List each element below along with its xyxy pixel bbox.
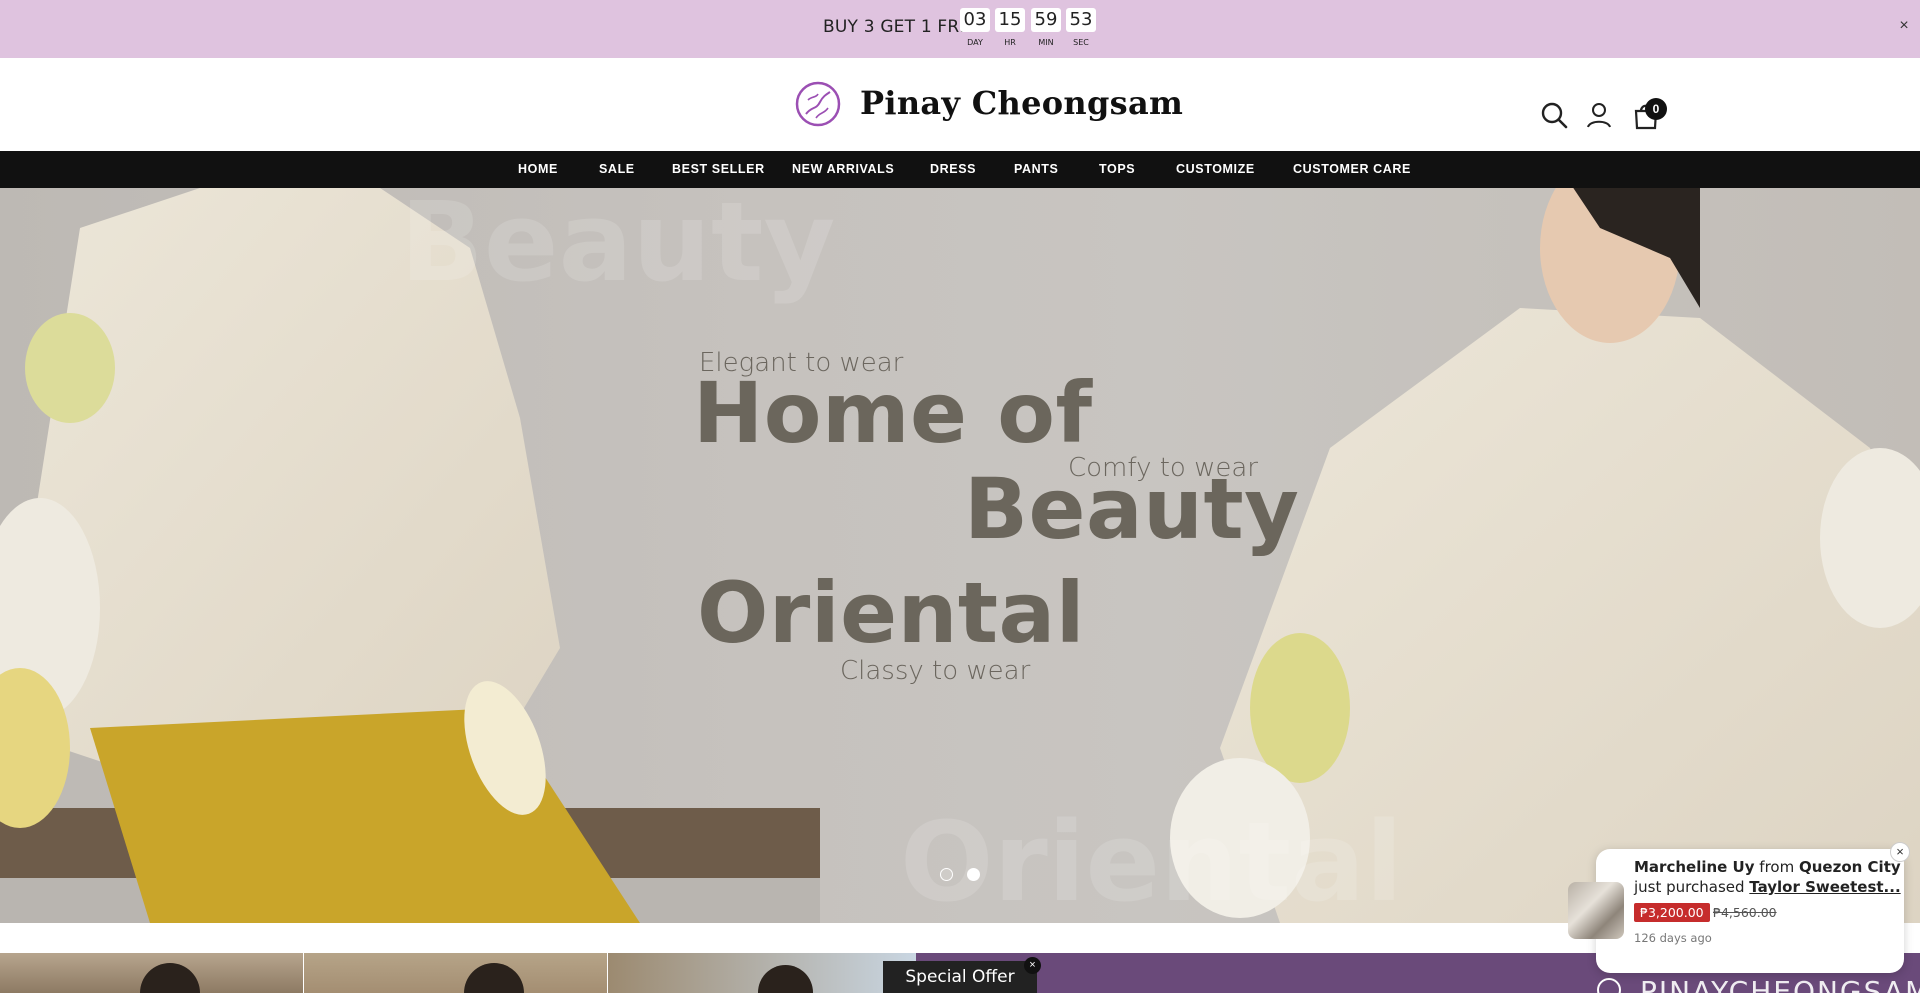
popup-close-icon[interactable]: × <box>1890 842 1910 862</box>
countdown-days: 03 <box>960 8 990 32</box>
announcement-bar: BUY 3 GET 1 FREE 03 DAY 15 HR 59 MIN 53 … <box>0 0 1920 58</box>
popup-from-word: from <box>1759 858 1795 876</box>
popup-purchased-word: just purchased <box>1634 878 1745 896</box>
countdown-minutes: 59 <box>1031 8 1061 32</box>
countdown-seconds: 53 <box>1066 8 1096 32</box>
nav-item-home[interactable]: HOME <box>518 151 558 188</box>
slide-dot-2[interactable] <box>967 868 980 881</box>
collection-photo-1[interactable] <box>0 953 303 993</box>
brand-logo-icon <box>1597 978 1621 1002</box>
announcement-text: BUY 3 GET 1 FREE <box>823 17 982 37</box>
main-nav: HOME SALE BEST SELLER NEW ARRIVALS DRESS… <box>0 151 1920 188</box>
special-offer-button[interactable]: Special Offer <box>883 961 1037 993</box>
hero-tagline-classy: Classy to wear <box>840 656 1031 686</box>
slide-dot-1[interactable] <box>940 868 953 881</box>
popup-buyer-line: Marcheline Uy from Quezon City <box>1634 858 1901 876</box>
countdown-minutes-label: MIN <box>1038 38 1054 47</box>
nav-item-customer-care[interactable]: CUSTOMER CARE <box>1293 151 1411 188</box>
hero-heading-home-of: Home of <box>693 364 1093 462</box>
nav-item-best-seller[interactable]: BEST SELLER <box>672 151 765 188</box>
countdown-seconds-label: SEC <box>1073 38 1089 47</box>
nav-item-customize[interactable]: CUSTOMIZE <box>1176 151 1255 188</box>
nav-item-pants[interactable]: PANTS <box>1014 151 1058 188</box>
hero-heading-oriental: Oriental <box>697 564 1086 662</box>
sale-price: ₱3,200.00 <box>1634 903 1710 922</box>
popup-product-line: just purchased Taylor Sweetest... <box>1634 878 1901 896</box>
collection-photo-2[interactable] <box>304 953 607 993</box>
account-icon[interactable] <box>1584 100 1614 130</box>
hero-banner[interactable]: Beauty Oriental Elegant to wear Home of … <box>0 188 1920 923</box>
original-price: ₱4,560.00 <box>1713 905 1777 920</box>
nav-item-new-arrivals[interactable]: NEW ARRIVALS <box>792 151 894 188</box>
nav-item-sale[interactable]: SALE <box>599 151 635 188</box>
brand-banner-text: PINAYCHEONGSAM <box>1640 975 1920 1008</box>
cart-count-badge[interactable]: 0 <box>1645 98 1667 120</box>
announcement-close-icon[interactable]: × <box>1896 18 1912 34</box>
collection-photo-3[interactable] <box>608 953 916 993</box>
hero-heading-beauty: Beauty <box>964 460 1300 558</box>
nav-item-dress[interactable]: DRESS <box>930 151 976 188</box>
buyer-name: Marcheline Uy <box>1634 858 1755 876</box>
product-link[interactable]: Taylor Sweetest... <box>1749 878 1900 896</box>
special-offer-close-icon[interactable]: × <box>1024 957 1041 974</box>
purchase-time: 126 days ago <box>1634 931 1712 945</box>
logo-text[interactable]: Pinay Cheongsam <box>860 84 1183 122</box>
hero-watermark-bottom: Oriental <box>900 798 1403 923</box>
logo-icon[interactable] <box>794 80 842 128</box>
countdown-hours: 15 <box>995 8 1025 32</box>
countdown-days-label: DAY <box>967 38 983 47</box>
product-thumbnail[interactable] <box>1568 882 1624 939</box>
buyer-city: Quezon City <box>1799 858 1901 876</box>
countdown-hours-label: HR <box>1004 38 1016 47</box>
hero-watermark-top: Beauty <box>400 188 836 306</box>
nav-item-tops[interactable]: TOPS <box>1099 151 1135 188</box>
search-icon[interactable] <box>1539 100 1569 130</box>
